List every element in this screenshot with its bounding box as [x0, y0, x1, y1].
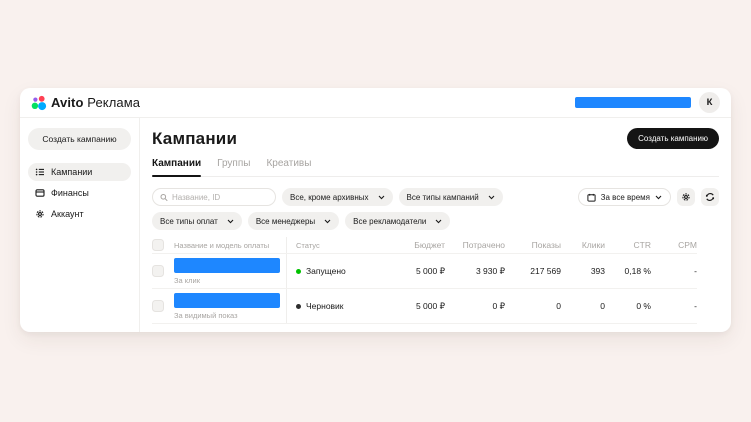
cpm-value: - — [694, 301, 697, 311]
sidebar-item-label: Аккаунт — [51, 209, 84, 219]
row-checkbox[interactable] — [152, 300, 164, 312]
chevron-down-icon — [227, 219, 234, 223]
chevron-down-icon — [488, 195, 495, 199]
account-info-redacted-bar — [575, 97, 691, 108]
gear-icon — [682, 193, 690, 201]
settings-button[interactable] — [677, 188, 695, 206]
column-header-budget: Бюджет — [414, 240, 445, 250]
advertisers-filter-dropdown[interactable]: Все рекламодатели — [345, 212, 451, 230]
table-header-row: Название и модель оплаты Статус Бюджет П… — [152, 237, 697, 254]
impressions-value: 0 — [556, 301, 561, 311]
app-window: Avito Реклама К Создать кампанию Кампани… — [20, 88, 731, 332]
status-dot — [296, 268, 301, 274]
refresh-button[interactable] — [701, 188, 719, 206]
filter-row-1: Все, кроме архивных Все типы кампаний — [152, 188, 719, 206]
campaign-type-filter-dropdown[interactable]: Все типы кампаний — [398, 188, 503, 206]
avito-dots-icon — [31, 95, 47, 110]
clicks-value: 393 — [590, 266, 605, 276]
column-header-ctr: CTR — [633, 240, 651, 250]
column-header-cpm: CPM — [678, 240, 697, 250]
campaigns-table: Название и модель оплаты Статус Бюджет П… — [152, 237, 719, 324]
status-label: Запущено — [306, 266, 346, 276]
chevron-down-icon — [436, 219, 442, 223]
budget-value: 5 000 ₽ — [415, 300, 445, 311]
search-icon — [160, 193, 168, 201]
ctr-value: 0,18 % — [624, 266, 651, 276]
main-content: Кампании Создать кампанию Кампании Групп… — [140, 118, 731, 332]
filter-row-2: Все типы оплат Все менеджеры Все рекламо… — [152, 212, 719, 230]
table-row[interactable]: За видимый показ Черновик 5 000 ₽ 0 ₽ 0 … — [152, 289, 697, 324]
chevron-down-icon — [324, 219, 331, 223]
ctr-value: 0 % — [636, 301, 651, 311]
status-dot — [296, 303, 301, 309]
cpm-value: - — [694, 266, 697, 276]
sidebar-nav: Кампании Финансы Аккаунт — [28, 163, 131, 223]
list-icon — [35, 168, 44, 176]
payment-type-filter-dropdown[interactable]: Все типы оплат — [152, 212, 242, 230]
column-header-name: Название и модель оплаты — [174, 240, 270, 250]
refresh-icon — [705, 193, 715, 201]
status-cell: Черновик — [286, 289, 382, 323]
tab-groups[interactable]: Группы — [217, 158, 250, 176]
managers-filter-dropdown[interactable]: Все менеджеры — [247, 212, 340, 230]
tabs: Кампании Группы Креативы — [152, 158, 719, 177]
sidebar: Создать кампанию Кампании Финансы Аккаун… — [20, 118, 140, 332]
gear-icon — [36, 210, 44, 218]
search-input[interactable] — [172, 192, 268, 202]
impressions-value: 217 569 — [530, 266, 561, 276]
column-header-spent: Потрачено — [462, 240, 505, 250]
table-row[interactable]: За клик Запущено 5 000 ₽ 3 930 ₽ 217 569… — [152, 254, 697, 289]
topbar-right: К — [575, 92, 720, 113]
spent-value: 0 ₽ — [492, 300, 506, 311]
budget-value: 5 000 ₽ — [415, 265, 445, 276]
select-all-checkbox[interactable] — [152, 239, 164, 251]
campaign-name-cell[interactable]: За клик — [174, 257, 286, 285]
column-header-status: Статус — [286, 237, 382, 253]
search-box[interactable] — [152, 188, 276, 206]
clicks-value: 0 — [600, 301, 605, 311]
sidebar-item-label: Кампании — [51, 167, 93, 177]
archive-filter-dropdown[interactable]: Все, кроме архивных — [282, 188, 393, 206]
tab-creatives[interactable]: Креативы — [266, 158, 311, 176]
card-icon — [35, 189, 45, 197]
campaign-name-cell[interactable]: За видимый показ — [174, 292, 286, 320]
chevron-down-icon — [378, 195, 384, 199]
calendar-icon — [587, 193, 596, 202]
page-title: Кампании — [152, 128, 238, 148]
filter-tools: За все время — [577, 188, 719, 206]
spent-value: 3 930 ₽ — [475, 265, 505, 276]
payment-model-label: За клик — [174, 275, 200, 285]
tab-campaigns[interactable]: Кампании — [152, 158, 202, 177]
column-header-impressions: Показы — [531, 240, 561, 250]
avatar[interactable]: К — [699, 92, 720, 113]
sidebar-item-label: Финансы — [51, 188, 89, 198]
column-header-clicks: Клики — [581, 240, 605, 250]
sidebar-item-account[interactable]: Аккаунт — [28, 205, 131, 223]
period-filter-dropdown[interactable]: За все время — [577, 188, 671, 206]
payment-model-label: За видимый показ — [174, 310, 238, 320]
topbar: Avito Реклама К — [20, 88, 731, 118]
campaign-name-redacted-bar — [174, 257, 280, 273]
status-label: Черновик — [306, 301, 344, 311]
row-checkbox[interactable] — [152, 265, 164, 277]
campaign-name-redacted-bar — [174, 292, 280, 308]
create-campaign-button[interactable]: Создать кампанию — [627, 128, 719, 149]
sidebar-item-finance[interactable]: Финансы — [28, 184, 131, 202]
status-cell: Запущено — [286, 254, 382, 288]
chevron-down-icon — [655, 195, 662, 199]
avito-logo[interactable]: Avito Реклама — [31, 95, 140, 111]
sidebar-item-campaigns[interactable]: Кампании — [28, 163, 131, 181]
logo-text: Avito Реклама — [51, 95, 141, 110]
sidebar-create-campaign-button[interactable]: Создать кампанию — [28, 128, 131, 150]
